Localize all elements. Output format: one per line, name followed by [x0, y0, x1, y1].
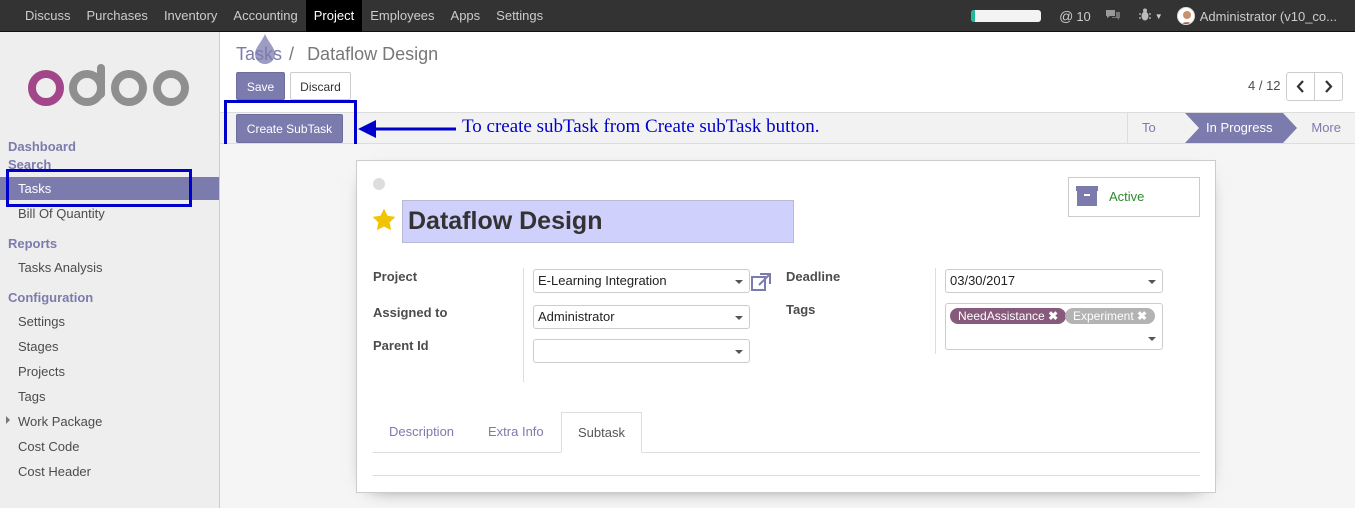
chevron-right-icon	[1325, 80, 1333, 93]
discard-button[interactable]: Discard	[290, 72, 351, 100]
sidebar-item-cost-header[interactable]: Cost Header	[0, 460, 219, 483]
sidebar-item-stages[interactable]: Stages	[0, 335, 219, 358]
tab-description[interactable]: Description	[373, 412, 470, 452]
parent-id-select[interactable]	[533, 339, 750, 363]
field-separator	[523, 268, 524, 382]
parent-id-label: Parent Id	[373, 338, 429, 353]
section-configuration[interactable]: Configuration	[8, 290, 93, 305]
task-title-field[interactable]: Dataflow Design	[402, 200, 794, 243]
sidebar-item-cost-code[interactable]: Cost Code	[0, 435, 219, 458]
odoo-logo	[25, 62, 195, 115]
stage-bar: To Do In Progress More	[1127, 113, 1355, 165]
form-area: Dataflow Design Active Project Assigned …	[220, 144, 1355, 508]
pager-next-button[interactable]	[1314, 72, 1343, 101]
remove-tag-icon[interactable]: ✖	[1137, 309, 1147, 323]
section-reports[interactable]: Reports	[8, 236, 57, 251]
tab-extra-info[interactable]: Extra Info	[472, 412, 560, 452]
menu-apps[interactable]: Apps	[443, 0, 489, 32]
active-toggle[interactable]: Active	[1068, 177, 1200, 217]
caret-down-icon	[735, 316, 743, 320]
menu-discuss[interactable]: Discuss	[17, 0, 79, 32]
highlight-box-tasks	[6, 169, 192, 207]
menu-accounting[interactable]: Accounting	[225, 0, 305, 32]
remove-tag-icon[interactable]: ✖	[1048, 309, 1058, 323]
tag-label: Experiment	[1073, 309, 1134, 323]
tag-label: NeedAssistance	[958, 309, 1045, 323]
loading-progress-bar	[971, 10, 1042, 22]
sidebar-item-tasks-analysis[interactable]: Tasks Analysis	[0, 256, 219, 279]
project-value: E-Learning Integration	[538, 273, 667, 288]
caret-down-icon	[1148, 337, 1156, 341]
app-menu: Discuss Purchases Inventory Accounting P…	[17, 0, 551, 32]
external-link-icon[interactable]	[751, 273, 771, 291]
pager-previous-button[interactable]	[1286, 72, 1315, 101]
deadline-value: 03/30/2017	[950, 273, 1016, 288]
pager-value: 4 / 12	[1248, 78, 1281, 93]
annotation-text: To create subTask from Create subTask bu…	[462, 116, 820, 137]
stage-in-progress-label: In Progress	[1206, 120, 1273, 135]
sidebar: Dashboard Search Tasks Bill Of Quantity …	[0, 32, 220, 508]
deadline-field[interactable]: 03/30/2017	[945, 269, 1163, 293]
archive-icon	[1076, 186, 1098, 206]
sidebar-item-settings[interactable]: Settings	[0, 310, 219, 333]
tag-experiment[interactable]: Experiment ✖	[1065, 308, 1156, 324]
menu-employees[interactable]: Employees	[362, 0, 442, 32]
deadline-label: Deadline	[786, 269, 841, 284]
menu-project[interactable]: Project	[305, 0, 363, 32]
assigned-to-label: Assigned to	[373, 305, 448, 320]
tab-content-divider	[373, 475, 1200, 476]
caret-down-icon	[1148, 280, 1156, 284]
section-dashboard[interactable]: Dashboard	[8, 139, 76, 154]
menu-purchases[interactable]: Purchases	[79, 0, 156, 32]
messages-count[interactable]: 10	[1076, 9, 1090, 24]
menu-settings[interactable]: Settings	[488, 0, 551, 32]
project-select[interactable]: E-Learning Integration	[533, 269, 750, 293]
caret-down-icon	[735, 280, 743, 284]
task-title: Dataflow Design	[408, 207, 603, 235]
at-icon[interactable]: @	[1059, 8, 1073, 24]
assigned-to-value: Administrator	[538, 309, 615, 324]
breadcrumb-current: Dataflow Design	[307, 44, 439, 64]
menu-inventory[interactable]: Inventory	[156, 0, 225, 32]
star-icon[interactable]	[371, 207, 397, 233]
form-sheet: Dataflow Design Active Project Assigned …	[356, 160, 1216, 493]
stage-more[interactable]: More	[1297, 113, 1355, 143]
sidebar-item-tags[interactable]: Tags	[0, 385, 219, 408]
stage-todo[interactable]: To Do	[1127, 113, 1185, 165]
progress-fill	[971, 10, 975, 22]
tab-subtask[interactable]: Subtask	[561, 412, 642, 453]
priority-dot[interactable]	[373, 178, 385, 190]
sidebar-item-projects[interactable]: Projects	[0, 360, 219, 383]
tags-field[interactable]: NeedAssistance ✖ Experiment ✖	[945, 303, 1163, 350]
project-label: Project	[373, 269, 418, 284]
sidebar-item-work-package[interactable]: Work Package	[0, 410, 219, 433]
breadcrumb-separator: /	[289, 44, 295, 64]
chat-icon[interactable]	[1105, 8, 1121, 24]
active-label: Active	[1109, 189, 1145, 204]
arrow-left-icon	[358, 120, 456, 138]
drop-icon	[253, 34, 277, 64]
tags-label: Tags	[786, 302, 816, 317]
field-separator-right	[935, 268, 936, 354]
notebook-tabs: Description Extra Info Subtask	[373, 412, 1200, 453]
assigned-to-select[interactable]: Administrator	[533, 305, 750, 329]
tag-need-assistance[interactable]: NeedAssistance ✖	[950, 308, 1067, 324]
chevron-left-icon	[1296, 80, 1304, 93]
main-content: Tasks / Dataflow Design Save Discard 4 /…	[220, 32, 1355, 508]
top-navbar: Discuss Purchases Inventory Accounting P…	[0, 0, 1355, 32]
stage-in-progress[interactable]: In Progress	[1185, 113, 1297, 143]
user-name[interactable]: Administrator (v10_co...	[1200, 9, 1337, 24]
save-button[interactable]: Save	[236, 72, 285, 100]
avatar[interactable]	[1176, 7, 1195, 25]
caret-down-icon[interactable]: ▼	[1155, 12, 1163, 21]
status-bar: Create SubTask To create subTask from Cr…	[220, 100, 1355, 165]
caret-down-icon	[735, 350, 743, 354]
bug-icon[interactable]	[1138, 8, 1151, 24]
